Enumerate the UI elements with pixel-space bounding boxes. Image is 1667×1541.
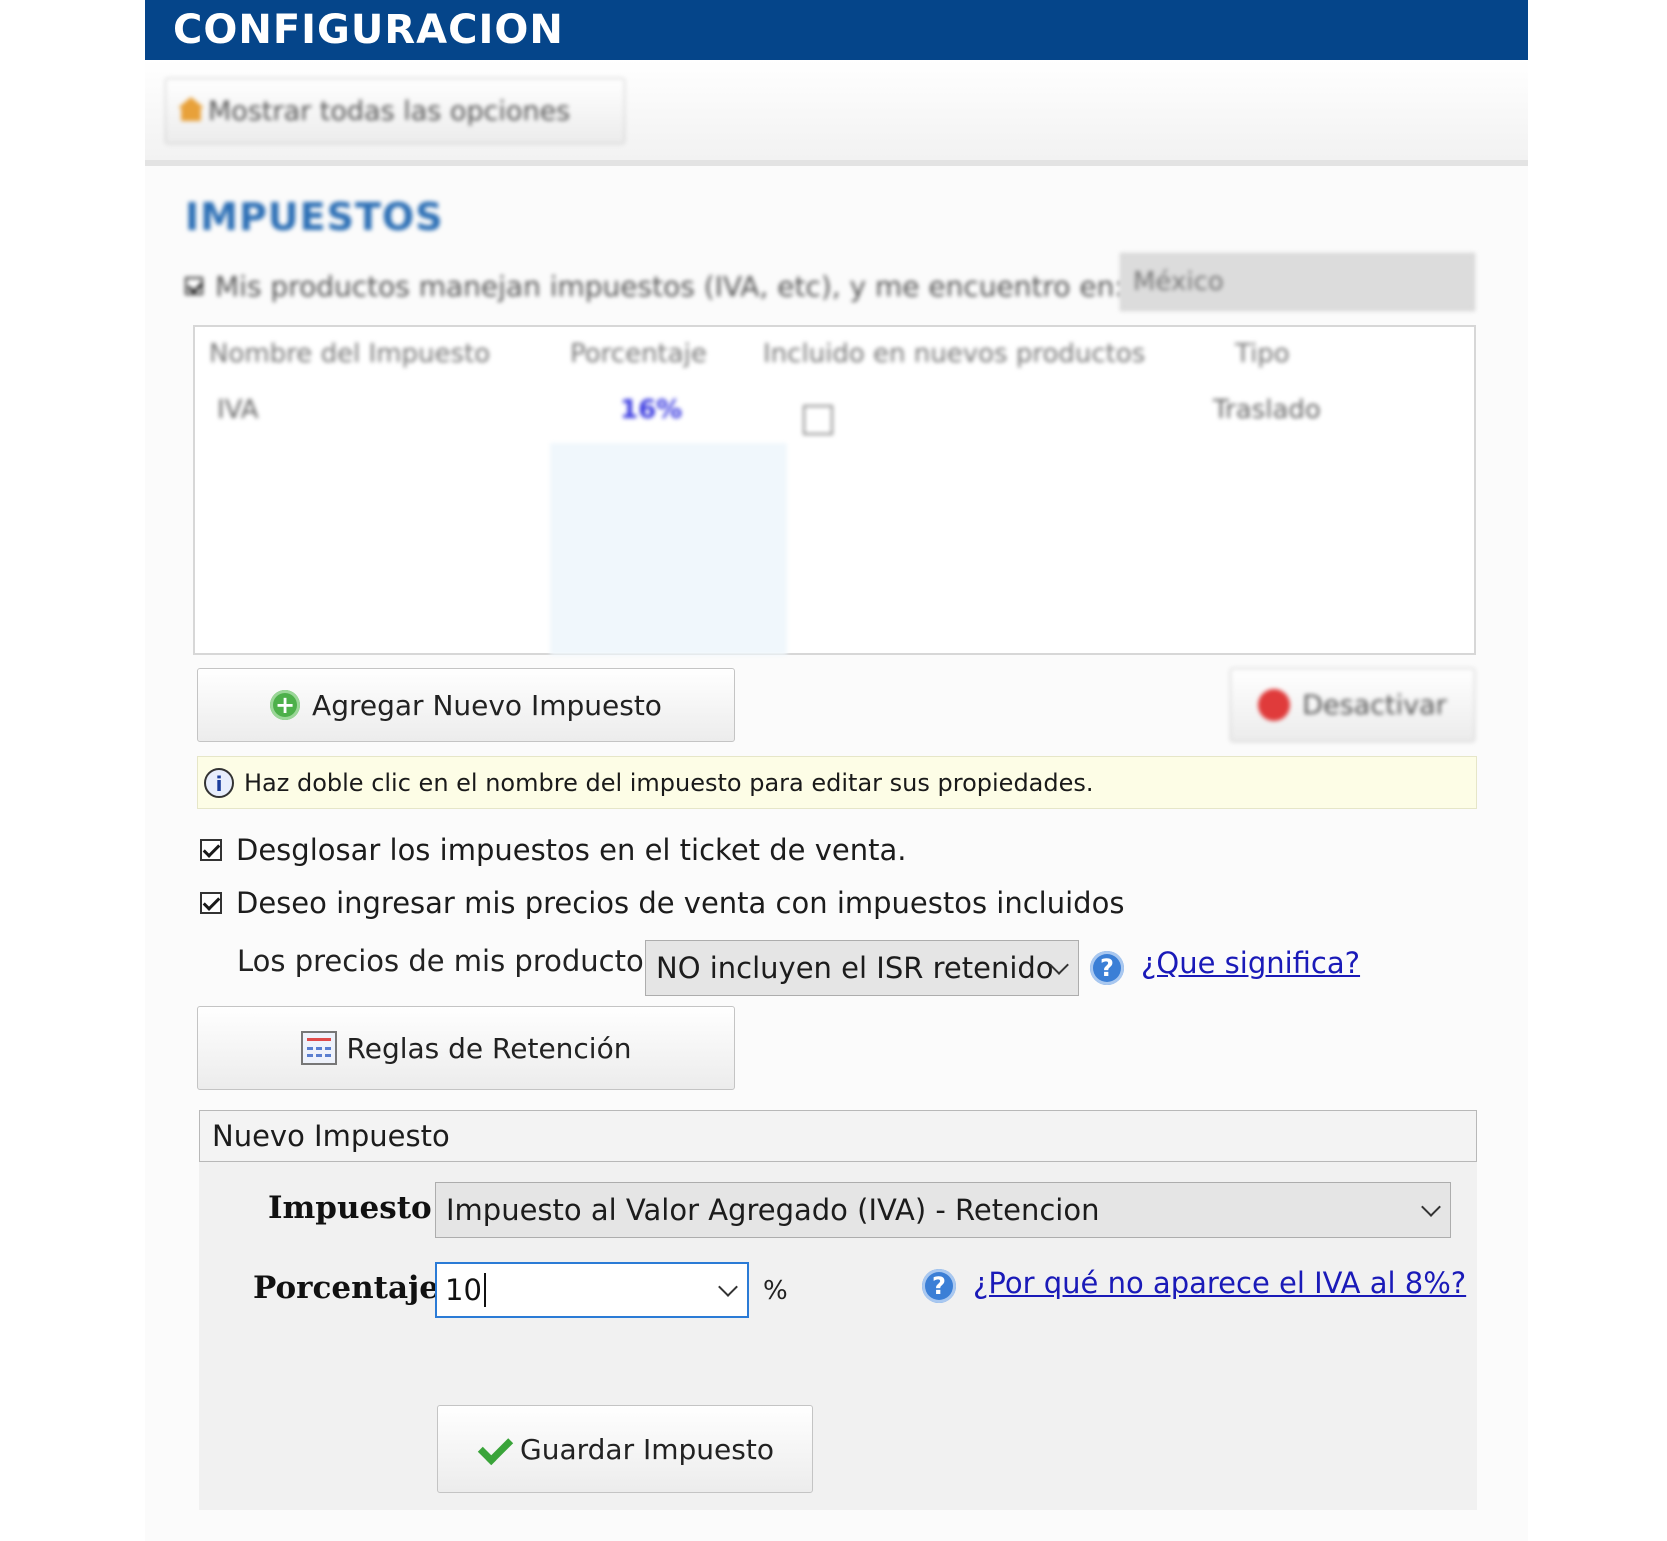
isr-select[interactable]: NO incluyen el ISR retenido (645, 940, 1079, 996)
checkmark-icon (476, 1432, 510, 1466)
show-all-options-label: Mostrar todas las opciones (208, 95, 571, 127)
add-new-tax-button[interactable]: + Agregar Nuevo Impuesto (197, 668, 735, 742)
deactivate-button[interactable]: Desactivar (1230, 668, 1475, 742)
column-header-percentage[interactable]: Porcentaje (570, 339, 707, 369)
text-caret (483, 1273, 486, 1307)
table-row[interactable]: IVA 16% Traslado (195, 383, 1474, 435)
isr-label: Los precios de mis productos (237, 944, 659, 978)
save-tax-label: Guardar Impuesto (520, 1432, 774, 1466)
chevron-down-icon[interactable] (718, 1277, 738, 1297)
retention-rules-label: Reglas de Retención (346, 1031, 632, 1065)
info-bar: i Haz doble clic en el nombre del impues… (197, 756, 1477, 809)
what-does-it-mean-link[interactable]: ¿Que significa? (1141, 946, 1360, 980)
window-title: CONFIGURACION (145, 0, 1528, 60)
column-header-type[interactable]: Tipo (1235, 339, 1290, 369)
tax-name-cell[interactable]: IVA (217, 395, 259, 425)
tax-percentage-cell[interactable]: 16% (620, 395, 682, 425)
percent-sign: % (763, 1276, 788, 1306)
include-taxes-option[interactable]: Deseo ingresar mis precios de venta con … (200, 881, 1124, 925)
rules-icon (300, 1031, 337, 1065)
info-bar-text: Haz doble clic en el nombre del impuesto… (244, 768, 1094, 797)
breakdown-label: Desglosar los impuestos en el ticket de … (236, 833, 907, 867)
include-taxes-label: Deseo ingresar mis precios de venta con … (236, 886, 1125, 920)
tax-type-selected-value: Impuesto al Valor Agregado (IVA) - Reten… (446, 1193, 1100, 1227)
toolbar: Mostrar todas las opciones (145, 60, 1528, 166)
column-header-name[interactable]: Nombre del Impuesto (209, 339, 490, 369)
chevron-down-icon (1421, 1197, 1441, 1217)
isr-selected-value: NO incluyen el ISR retenido (656, 951, 1054, 985)
retention-rules-button[interactable]: Reglas de Retención (197, 1006, 735, 1090)
breakdown-checkbox[interactable] (200, 839, 222, 861)
new-tax-header: Nuevo Impuesto (199, 1110, 1477, 1162)
question-icon[interactable]: ? (922, 1269, 956, 1303)
percentage-column-highlight (550, 443, 787, 655)
plus-circle-icon: + (270, 690, 301, 720)
tax-type-cell[interactable]: Traslado (1213, 395, 1321, 425)
percent-input[interactable]: 10 (435, 1262, 749, 1318)
tax-handling-label: Mis productos manejan impuestos (IVA, et… (215, 269, 1124, 303)
column-header-included[interactable]: Incluido en nuevos productos (763, 339, 1145, 369)
section-title: IMPUESTOS (185, 195, 444, 239)
percent-input-value: 10 (445, 1273, 482, 1307)
country-value: México (1133, 267, 1224, 297)
why-no-iva-8-link[interactable]: ¿Por qué no aparece el IVA al 8%? (973, 1266, 1466, 1300)
tax-type-select[interactable]: Impuesto al Valor Agregado (IVA) - Reten… (435, 1182, 1451, 1238)
tax-field-label: Impuesto (268, 1190, 432, 1226)
red-circle-icon (1258, 689, 1291, 721)
question-icon[interactable]: ? (1090, 951, 1124, 985)
show-all-options-button[interactable]: Mostrar todas las opciones (165, 78, 625, 144)
percent-field-label: Porcentaje (253, 1270, 439, 1306)
save-tax-button[interactable]: Guardar Impuesto (437, 1405, 813, 1493)
add-new-tax-label: Agregar Nuevo Impuesto (312, 688, 662, 722)
breakdown-option[interactable]: Desglosar los impuestos en el ticket de … (200, 828, 906, 872)
country-select[interactable]: México (1120, 253, 1475, 311)
info-icon: i (204, 767, 234, 798)
tax-table-header: Nombre del Impuesto Porcentaje Incluido … (195, 327, 1474, 379)
home-icon (178, 97, 204, 121)
deactivate-label: Desactivar (1302, 689, 1447, 721)
configuration-window: CONFIGURACION Mostrar todas las opciones… (145, 0, 1528, 1541)
include-taxes-checkbox[interactable] (200, 892, 222, 914)
tax-table[interactable]: Nombre del Impuesto Porcentaje Incluido … (193, 325, 1476, 655)
tax-handling-checkbox[interactable] (185, 277, 203, 295)
